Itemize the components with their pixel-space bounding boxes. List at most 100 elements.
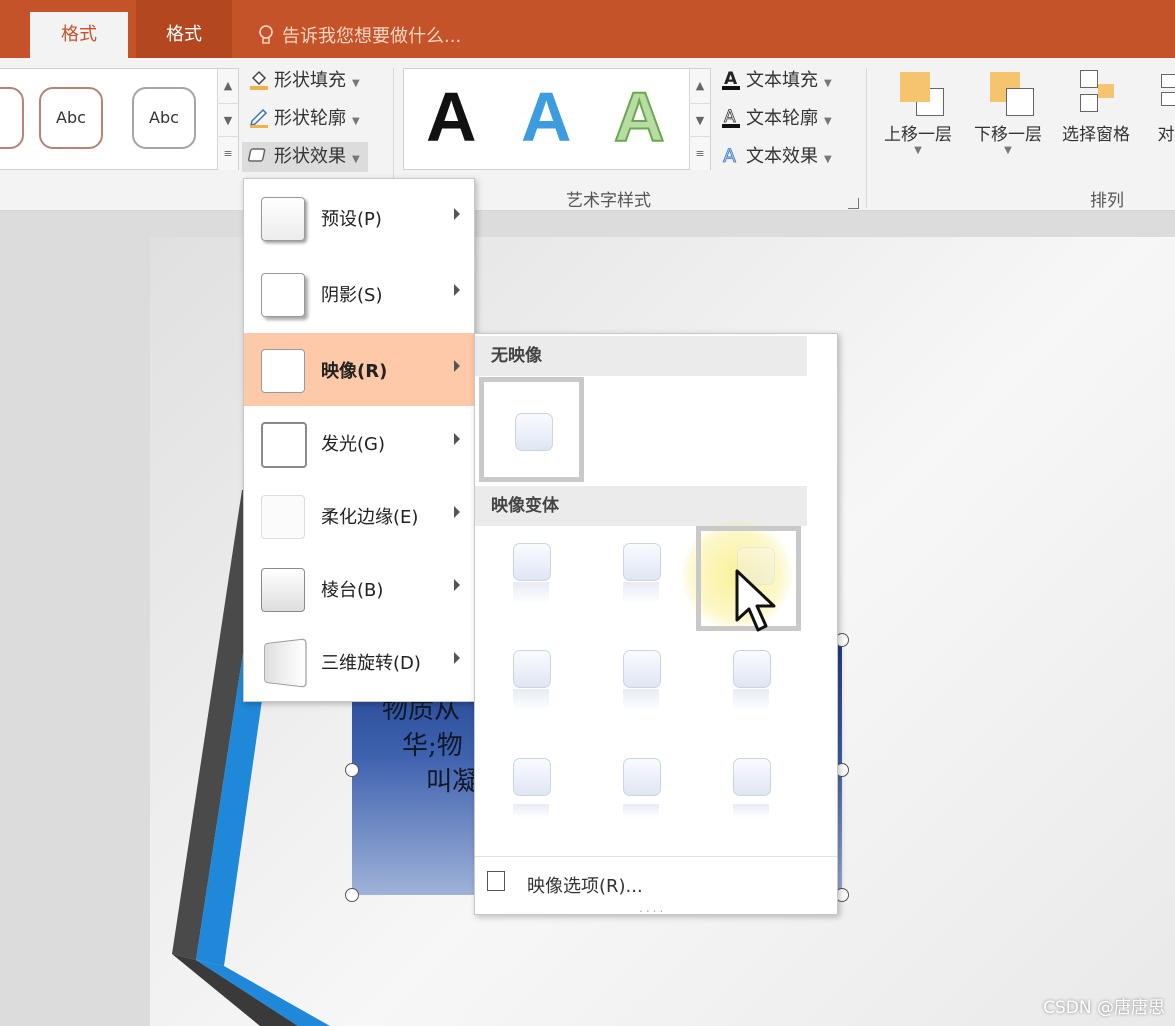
submenu-arrow-icon [454, 579, 460, 591]
submenu-arrow-icon [454, 208, 460, 220]
shape-fill-button[interactable]: 形状填充 ▼ [248, 66, 360, 96]
menu-item-label: 柔化边缘(E) [321, 507, 419, 528]
glow-icon [261, 422, 307, 468]
text-outline-icon: A [720, 106, 742, 128]
gallery-more-icon[interactable]: ≡ [689, 136, 710, 170]
selection-pane-button[interactable]: 选择窗格 [1054, 68, 1138, 145]
text-effects-label: 文本效果 [746, 146, 818, 167]
reflection-options-label: 映像选项(R)... [527, 876, 643, 897]
reflection-variation[interactable] [477, 634, 582, 739]
3d-rotation-icon [264, 638, 307, 688]
reflection-variation[interactable] [587, 634, 692, 739]
dropdown-arrow-icon: ▼ [824, 154, 832, 165]
text-effects-button[interactable]: A 文本效果 ▼ [720, 142, 832, 172]
tab-format[interactable]: 格式 [136, 0, 232, 58]
align-icon [1151, 68, 1175, 116]
submenu-arrow-icon [454, 284, 460, 296]
wordart-style-black[interactable]: A [426, 77, 477, 157]
ribbon-separator [866, 68, 867, 208]
no-reflection-header: 无映像 [475, 336, 807, 376]
reflection-shadow [623, 689, 659, 711]
picture-text: 物质从 华;物 叫凝 [382, 692, 478, 800]
reflection-option-none[interactable] [479, 377, 584, 482]
bring-forward-button[interactable]: 上移一层 ▼ [876, 68, 960, 156]
shape-style-partial[interactable] [0, 87, 24, 149]
reflection-preview-icon [515, 413, 553, 451]
wordart-style-green-outline[interactable]: A [613, 77, 666, 157]
shape-outline-button[interactable]: 形状轮廓 ▼ [248, 104, 360, 134]
reflection-variation[interactable] [587, 742, 692, 847]
reflection-options-button[interactable]: 映像选项(R)... .... [475, 856, 837, 915]
shape-style-2[interactable]: Abc [132, 87, 196, 149]
dialog-launcher-icon[interactable] [848, 198, 859, 209]
reflection-preview-icon [623, 650, 661, 688]
shape-effects-button[interactable]: 形状效果 ▼ [242, 142, 368, 172]
reflection-preview-icon [733, 758, 771, 796]
menu-item-label: 预设(P) [321, 209, 382, 230]
wordart-style-blue[interactable]: A [521, 77, 572, 157]
resize-handle[interactable] [345, 888, 359, 902]
tell-me-search[interactable]: 告诉我您想要做什么... [258, 22, 461, 48]
picture-text-line: 叫凝 [426, 767, 479, 797]
reflection-variation[interactable] [477, 742, 582, 847]
shape-effects-menu: 预设(P) 阴影(S) 映像(R) 发光(G) 柔化边缘(E) 棱台(B) 三维… [243, 178, 475, 702]
reflection-variation[interactable] [587, 527, 692, 632]
submenu-arrow-icon [454, 506, 460, 518]
arrange-group-label: 排列 [1090, 191, 1124, 211]
submenu-arrow-icon [454, 360, 460, 372]
menu-item-bevel[interactable]: 棱台(B) [244, 552, 474, 625]
reflection-shadow [733, 689, 769, 711]
dropdown-arrow-icon: ▼ [352, 116, 360, 127]
shape-effects-label: 形状效果 [274, 146, 346, 167]
gallery-scroll-down-icon[interactable]: ▼ [217, 103, 238, 137]
gallery-scroll-up-icon[interactable]: ▲ [689, 69, 710, 103]
resize-handle[interactable] [345, 763, 359, 777]
send-backward-label: 下移一层 [974, 125, 1042, 145]
send-backward-button[interactable]: 下移一层 ▼ [966, 68, 1050, 156]
reflection-preview-icon [513, 543, 551, 581]
picture-text-line: 华;物 [402, 731, 463, 761]
ribbon: Abc Abc ▲ ▼ ≡ 形状填充 ▼ 形状轮廓 ▼ 形状效果 ▼ A A A ▲ … [0, 58, 1175, 211]
resize-grip-icon[interactable]: .... [639, 901, 666, 915]
shape-effects-icon [248, 144, 270, 166]
menu-item-soft-edges[interactable]: 柔化边缘(E) [244, 479, 474, 552]
gallery-scroll-down-icon[interactable]: ▼ [689, 103, 710, 137]
menu-item-preset[interactable]: 预设(P) [244, 181, 474, 254]
tell-me-text: 告诉我您想要做什么... [282, 26, 462, 47]
tab-format-active[interactable]: 格式 [30, 12, 128, 58]
text-outline-button[interactable]: A 文本轮廓 ▼ [720, 104, 832, 134]
menu-item-shadow[interactable]: 阴影(S) [244, 257, 474, 330]
text-outline-label: 文本轮廓 [746, 108, 818, 129]
text-fill-button[interactable]: A 文本填充 ▼ [720, 66, 832, 96]
lightbulb-icon [258, 25, 274, 45]
text-fill-icon: A [720, 68, 742, 90]
shadow-icon [261, 273, 305, 317]
reflection-variation[interactable] [697, 742, 802, 847]
gallery-more-icon[interactable]: ≡ [217, 136, 238, 170]
selection-pane-label: 选择窗格 [1062, 125, 1130, 145]
gallery-scroll-up-icon[interactable]: ▲ [217, 69, 238, 103]
menu-item-label: 三维旋转(D) [321, 653, 421, 674]
shape-styles-gallery[interactable]: Abc Abc ▲ ▼ ≡ [0, 68, 239, 170]
dropdown-arrow-icon: ▼ [352, 154, 360, 165]
reflection-icon [261, 349, 305, 393]
align-button[interactable]: 对 [1146, 68, 1175, 145]
reflection-shadow [513, 582, 549, 604]
reflection-variation[interactable] [697, 634, 802, 739]
preset-icon [261, 197, 305, 241]
shape-style-1[interactable]: Abc [39, 87, 103, 149]
reflection-preview-icon [623, 543, 661, 581]
reflection-preview-icon [623, 758, 661, 796]
reflection-variation[interactable] [477, 527, 582, 632]
selection-pane-icon [1074, 68, 1118, 116]
mouse-pointer-icon [735, 569, 776, 632]
reflection-preview-icon [733, 650, 771, 688]
menu-item-3d-rotation[interactable]: 三维旋转(D) [244, 625, 474, 698]
wordart-styles-gallery[interactable]: A A A ▲ ▼ ≡ [403, 68, 711, 170]
menu-item-glow[interactable]: 发光(G) [244, 406, 474, 479]
pencil-icon [248, 106, 270, 128]
menu-item-label: 映像(R) [321, 361, 388, 382]
submenu-arrow-icon [454, 433, 460, 445]
menu-item-reflection[interactable]: 映像(R) [244, 333, 474, 406]
send-backward-icon [986, 68, 1034, 116]
